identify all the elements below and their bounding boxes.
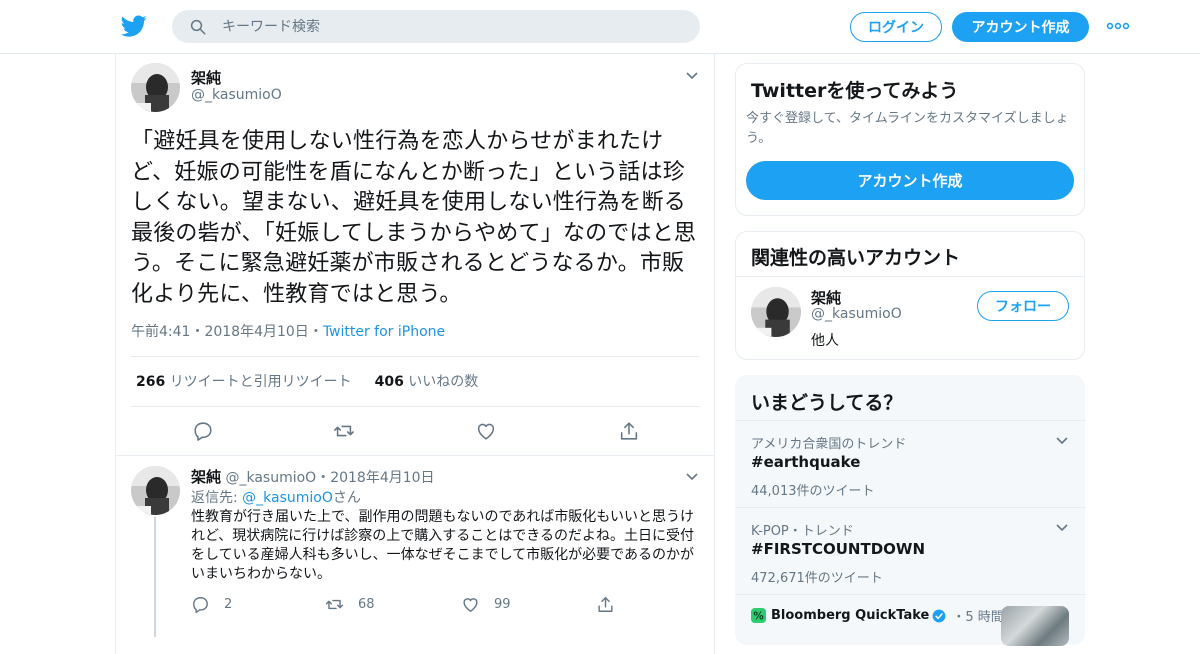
meta-separator: ・ [308,324,323,340]
trend-context[interactable]: K-POP・トレンド [751,520,854,539]
trend-context[interactable]: アメリカ合衆国のトレンド [751,433,906,452]
search-icon [190,19,206,34]
tweet-column: 架純 @_kasumioO 「避妊具を使用しない性行為を恋人からせがまれたけど、… [115,54,715,654]
chevron-down-icon[interactable] [1055,523,1069,533]
news-item[interactable]: % Bloomberg QuickTake ・5 時間前 [751,606,1017,625]
divider [131,356,700,357]
reply-share-button[interactable] [596,595,629,614]
reply-to-handle[interactable]: @_kasumioO [242,490,333,506]
retweet-icon[interactable] [333,420,355,442]
follow-button[interactable]: フォロー [977,291,1069,321]
reply-text: 性教育が行き届いた上で、副作用の問題もないのであれば市販化もいいと思うけれど、現… [191,509,695,582]
signup-card-button[interactable]: アカウント作成 [746,161,1074,200]
reply-icon [193,597,208,614]
more-dots-icon[interactable] [1106,18,1130,34]
chevron-down-icon[interactable] [1055,436,1069,446]
share-icon [598,597,613,612]
reply-retweet-button[interactable]: 68 [325,595,375,614]
tweet-stats: 266 リツイートと引用リツイート 406 いいねの数 [136,371,478,391]
news-source[interactable]: Bloomberg QuickTake [771,608,929,623]
tweet-date: 2018年4月10日 [204,324,309,340]
trends-card-title: いまどうしてる？ [751,392,903,414]
reply-to-suffix: さん [332,490,361,506]
divider [736,594,1086,595]
related-card-title: 関連性の高いアカウント [751,247,961,269]
reply-date[interactable]: 2018年4月10日 [330,470,434,486]
chevron-down-icon[interactable] [685,71,699,81]
divider [736,507,1086,508]
signup-card: Twitterを使ってみよう 今すぐ登録して、タイムラインをカスタマイズしましょ… [735,63,1085,216]
twitter-bird-icon[interactable] [120,13,148,39]
trends-card: いまどうしてる？ アメリカ合衆国のトレンド #earthquake 44,013… [735,375,1086,646]
tweet-text: 「避妊具を使用しない性行為を恋人からせがまれたけど、妊娠の可能性を盾になんとか断… [131,129,697,307]
related-accounts-card: 関連性の高いアカウント 架純 @_kasumioO 他人 フォロー [735,231,1085,360]
tweet-time: 午前4:41 [131,324,191,340]
reply-like-count: 99 [494,597,511,612]
signup-card-subtitle: 今すぐ登録して、タイムラインをカスタマイズしましょう。 [746,111,1069,146]
trend-count: 472,671件のツイート [751,571,883,586]
trend-name[interactable]: #earthquake [751,453,860,471]
reply-author-handle[interactable]: @_kasumioO [225,470,316,486]
svg-text:%: % [753,610,763,622]
related-account-handle[interactable]: @_kasumioO [811,306,902,322]
avatar[interactable] [131,63,180,112]
share-icon[interactable] [618,420,640,442]
tweet-source-link[interactable]: Twitter for iPhone [323,324,445,340]
divider [736,276,1084,277]
signup-card-title: Twitterを使ってみよう [751,80,959,102]
related-account-bio: 他人 [811,333,839,349]
trend-name[interactable]: #FIRSTCOUNTDOWN [751,540,925,558]
reply-to-line: 返信先: @_kasumioOさん [191,487,361,507]
avatar[interactable] [131,466,180,515]
like-icon [463,598,478,612]
reply-retweet-count: 68 [358,597,375,612]
retweet-icon [325,599,344,610]
divider [736,420,1086,421]
search-input[interactable] [222,18,662,35]
news-thumbnail[interactable] [1001,606,1069,646]
reply-reply-button[interactable]: 2 [191,595,232,614]
avatar[interactable] [751,287,801,337]
reply-to-prefix: 返信先: [191,490,243,506]
verified-badge-icon [932,609,946,622]
reply-icon[interactable] [192,420,214,442]
author-name[interactable]: 架純 [191,67,221,88]
login-button[interactable]: ログイン [850,12,942,42]
thread-line [154,517,156,637]
like-count[interactable]: 406 [375,374,404,390]
retweet-count[interactable]: 266 [136,374,165,390]
top-navigation-bar: ログイン アカウント作成 [0,0,1200,54]
like-icon[interactable] [475,420,497,442]
like-label[interactable]: いいねの数 [408,374,478,390]
meta-separator: ・ [190,324,205,340]
related-account-name[interactable]: 架純 [811,287,841,308]
tweet-timestamp[interactable]: 午前4:41・2018年4月10日・Twitter for iPhone [131,321,445,341]
author-handle[interactable]: @_kasumioO [191,87,282,103]
reply-like-button[interactable]: 99 [461,595,511,614]
reply-header: 架純 @_kasumioO・2018年4月10日 [191,466,435,487]
divider [116,455,714,456]
search-bar[interactable] [172,10,700,43]
chevron-down-icon[interactable] [685,472,699,482]
divider [131,406,700,407]
meta-separator: ・ [316,470,331,486]
reply-count: 2 [224,597,233,612]
retweet-label[interactable]: リツイートと引用リツイート [170,374,352,390]
signup-button[interactable]: アカウント作成 [952,12,1089,42]
trend-count: 44,013件のツイート [751,484,875,499]
reply-author-name[interactable]: 架純 [191,468,221,486]
bloomberg-logo-icon: % [751,608,766,623]
